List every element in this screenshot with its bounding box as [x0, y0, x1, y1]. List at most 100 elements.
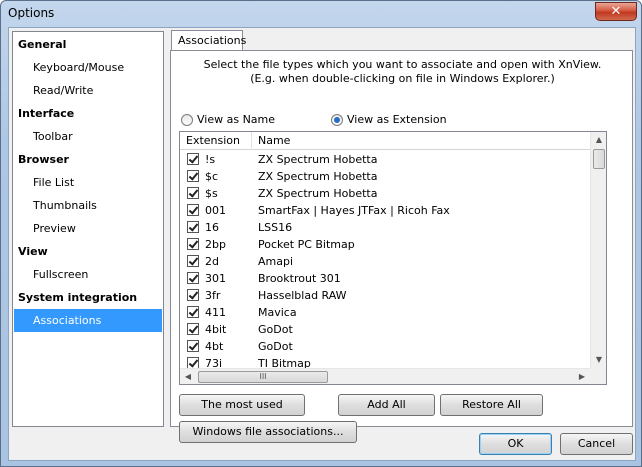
- list-item[interactable]: 2d Amapi: [180, 253, 590, 270]
- list-item[interactable]: 301 Brooktrout 301: [180, 270, 590, 287]
- most-used-button[interactable]: The most used: [179, 394, 305, 416]
- list-item[interactable]: 73i TI Bitmap: [180, 355, 590, 369]
- add-all-button[interactable]: Add All: [338, 394, 435, 416]
- list-item[interactable]: !s ZX Spectrum Hobetta: [180, 151, 590, 168]
- nav-item-thumbnails[interactable]: Thumbnails: [14, 194, 162, 217]
- cancel-button[interactable]: Cancel: [560, 433, 633, 455]
- checkbox-icon[interactable]: [187, 170, 199, 182]
- ok-button[interactable]: OK: [479, 433, 552, 455]
- nav-item-view[interactable]: View: [14, 240, 162, 263]
- list-header: Extension Name: [180, 132, 590, 150]
- list-item[interactable]: 411 Mavica: [180, 304, 590, 321]
- checkbox-icon[interactable]: [187, 204, 199, 216]
- nav-item-browser[interactable]: Browser: [14, 148, 162, 171]
- associations-panel: Select the file types which you want to …: [170, 50, 633, 443]
- name-cell: GoDot: [258, 323, 293, 336]
- nav-item-associations[interactable]: Associations: [14, 309, 162, 332]
- nav-item-file-list[interactable]: File List: [14, 171, 162, 194]
- name-cell: Amapi: [258, 255, 294, 268]
- extension-cell: $c: [205, 170, 219, 183]
- window-title: Options: [8, 6, 55, 20]
- view-as-extension-label[interactable]: View as Extension: [347, 113, 447, 126]
- name-cell: Pocket PC Bitmap: [258, 238, 355, 251]
- list-item[interactable]: $s ZX Spectrum Hobetta: [180, 185, 590, 202]
- extension-cell: 001: [205, 204, 226, 217]
- list-item[interactable]: $c ZX Spectrum Hobetta: [180, 168, 590, 185]
- list-item[interactable]: 3fr Hasselblad RAW: [180, 287, 590, 304]
- associations-list[interactable]: Extension Name !s ZX Spectrum Hobetta $c ZX…: [179, 131, 607, 385]
- extension-cell: 301: [205, 272, 226, 285]
- name-cell: TI Bitmap: [258, 357, 311, 369]
- checkbox-icon[interactable]: [187, 289, 199, 301]
- scroll-right-icon[interactable]: ▶: [574, 369, 590, 384]
- checkbox-icon[interactable]: [187, 306, 199, 318]
- close-button[interactable]: ✕: [595, 2, 637, 21]
- scroll-left-icon[interactable]: ◀: [180, 369, 196, 384]
- checkbox-icon[interactable]: [187, 187, 199, 199]
- checkbox-icon[interactable]: [187, 153, 199, 165]
- extension-cell: !s: [205, 153, 216, 166]
- vertical-scrollbar[interactable]: ▲ ▼: [590, 132, 606, 368]
- options-nav-tree: General Keyboard/Mouse Read/Write Interface…: [12, 31, 164, 427]
- nav-item-system-integration[interactable]: System integration: [14, 286, 162, 309]
- extension-cell: 4bt: [205, 340, 224, 353]
- nav-item-keyboard-mouse[interactable]: Keyboard/Mouse: [14, 56, 162, 79]
- extension-cell: 2d: [205, 255, 219, 268]
- checkbox-icon[interactable]: [187, 323, 199, 335]
- list-item[interactable]: 001 SmartFax | Hayes JTFax | Ricoh Fax: [180, 202, 590, 219]
- restore-all-button[interactable]: Restore All: [440, 394, 543, 416]
- checkbox-icon[interactable]: [187, 255, 199, 267]
- column-name[interactable]: Name: [252, 132, 590, 150]
- extension-cell: 16: [205, 221, 219, 234]
- extension-cell: 3fr: [205, 289, 221, 302]
- close-icon[interactable]: ✕: [611, 4, 622, 19]
- name-cell: Brooktrout 301: [258, 272, 341, 285]
- view-as-extension-radio[interactable]: View as Extension: [331, 113, 447, 126]
- extension-cell: $s: [205, 187, 218, 200]
- description-line-2: (E.g. when double-clicking on file in Wi…: [250, 72, 555, 85]
- name-cell: Hasselblad RAW: [258, 289, 347, 302]
- nav-item-interface[interactable]: Interface: [14, 102, 162, 125]
- scroll-down-icon[interactable]: ▼: [591, 352, 606, 368]
- horizontal-scrollbar[interactable]: ◀ III ▶: [180, 368, 590, 384]
- checkbox-icon[interactable]: [187, 221, 199, 233]
- scroll-corner: [590, 368, 606, 384]
- dialog-client: General Keyboard/Mouse Read/Write Interface…: [8, 27, 636, 461]
- checkbox-icon[interactable]: [187, 238, 199, 250]
- name-cell: Mavica: [258, 306, 297, 319]
- view-as-name-label[interactable]: View as Name: [197, 113, 275, 126]
- extension-cell: 411: [205, 306, 226, 319]
- radio-icon[interactable]: [181, 113, 193, 126]
- checkbox-icon[interactable]: [187, 272, 199, 284]
- extension-cell: 73i: [205, 357, 223, 369]
- list-rows: !s ZX Spectrum Hobetta $c ZX Spectrum Hobet…: [180, 151, 590, 369]
- list-item[interactable]: 2bp Pocket PC Bitmap: [180, 236, 590, 253]
- nav-item-toolbar[interactable]: Toolbar: [14, 125, 162, 148]
- list-item[interactable]: 16 LSS16: [180, 219, 590, 236]
- name-cell: ZX Spectrum Hobetta: [258, 187, 378, 200]
- nav-item-general[interactable]: General: [14, 33, 162, 56]
- extension-cell: 4bit: [205, 323, 227, 336]
- horizontal-scroll-thumb[interactable]: III: [198, 371, 328, 383]
- name-cell: SmartFax | Hayes JTFax | Ricoh Fax: [258, 204, 450, 217]
- options-window: Options ✕ General Keyboard/Mouse Read/Writ…: [0, 0, 642, 467]
- radio-icon[interactable]: [331, 113, 343, 126]
- list-item[interactable]: 4bt GoDot: [180, 338, 590, 355]
- nav-item-preview[interactable]: Preview: [14, 217, 162, 240]
- list-item[interactable]: 4bit GoDot: [180, 321, 590, 338]
- windows-file-associations-button[interactable]: Windows file associations...: [179, 421, 357, 443]
- name-cell: ZX Spectrum Hobetta: [258, 170, 378, 183]
- description-line-1: Select the file types which you want to …: [203, 58, 602, 71]
- vertical-scroll-thumb[interactable]: [593, 149, 605, 169]
- checkbox-icon[interactable]: [187, 340, 199, 352]
- column-extension[interactable]: Extension: [180, 132, 252, 150]
- title-bar[interactable]: Options ✕: [1, 1, 641, 27]
- view-as-name-radio[interactable]: View as Name: [181, 113, 275, 126]
- name-cell: ZX Spectrum Hobetta: [258, 153, 378, 166]
- name-cell: LSS16: [258, 221, 293, 234]
- name-cell: GoDot: [258, 340, 293, 353]
- tab-associations[interactable]: Associations: [171, 30, 246, 51]
- nav-item-fullscreen[interactable]: Fullscreen: [14, 263, 162, 286]
- nav-item-read-write[interactable]: Read/Write: [14, 79, 162, 102]
- scroll-up-icon[interactable]: ▲: [591, 132, 606, 148]
